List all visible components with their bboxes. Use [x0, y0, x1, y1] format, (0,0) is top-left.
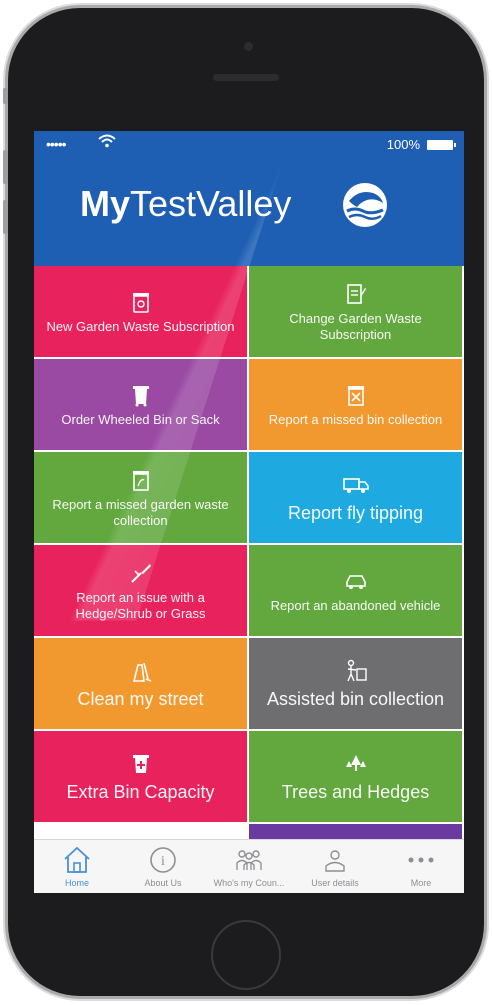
- tile-label: Trees and Hedges: [281, 781, 430, 802]
- garden-waste-bin-icon: [131, 467, 151, 493]
- tile-trees-and-hedges[interactable]: Trees and Hedges: [249, 731, 462, 822]
- tab-home[interactable]: Home: [34, 840, 120, 893]
- tab-label: Who's my Coun...: [213, 878, 285, 888]
- app-screen: ••••• 100% MyTestValley New Garden Waste…: [34, 131, 464, 893]
- tile-new-garden-waste[interactable]: New Garden Waste Subscription: [34, 266, 247, 357]
- tile-label: Report a missed bin collection: [268, 411, 443, 427]
- phone-frame: ••••• 100% MyTestValley New Garden Waste…: [8, 8, 484, 996]
- tile-label: Change Garden Waste Subscription: [289, 310, 422, 342]
- extra-bin-icon: [131, 751, 151, 777]
- tab-whos-my-councillor[interactable]: Who's my Coun...: [206, 840, 292, 893]
- car-icon: [344, 568, 368, 594]
- wheeled-bin-icon: [131, 382, 151, 408]
- street-cleaning-icon: [130, 658, 152, 684]
- volume-down-button: [3, 200, 8, 234]
- tile-label: New Garden Waste Subscription: [46, 318, 235, 334]
- battery-percentage: 100%: [386, 137, 420, 152]
- app-header: ••••• 100% MyTestValley: [34, 131, 464, 266]
- earpiece-speaker: [213, 74, 279, 81]
- tab-label: About Us: [144, 878, 182, 888]
- tile-label: Extra Bin Capacity: [66, 781, 215, 802]
- tile-missed-garden-waste[interactable]: Report a missed garden waste collection: [34, 452, 247, 543]
- tab-user-details[interactable]: User details: [292, 840, 378, 893]
- tile-label: Assisted bin collection: [266, 688, 445, 709]
- dolphin-wave-logo-icon: [341, 181, 389, 229]
- home-icon: [61, 844, 93, 876]
- truck-icon: [342, 472, 369, 498]
- tile-hedge-shrub-grass[interactable]: Report an issue with a Hedge/Shrub or Gr…: [34, 545, 247, 636]
- tile-label: Report an issue with a Hedge/Shrub or Gr…: [75, 589, 206, 621]
- tile-abandoned-vehicle[interactable]: Report an abandoned vehicle: [249, 545, 462, 636]
- tile-extra-bin-capacity[interactable]: Extra Bin Capacity: [34, 731, 247, 822]
- info-icon: i: [148, 844, 178, 876]
- missed-bin-icon: [346, 382, 366, 408]
- mute-switch: [3, 88, 8, 104]
- tile-label: Clean my street: [77, 688, 204, 709]
- tile-label: Order Wheeled Bin or Sack: [61, 411, 220, 427]
- tile-label: Report an abandoned vehicle: [270, 597, 441, 613]
- edit-document-icon: [345, 281, 367, 307]
- brand-bold: My: [80, 183, 131, 224]
- user-icon: [321, 844, 349, 876]
- tile-clean-my-street[interactable]: Clean my street: [34, 638, 247, 729]
- status-bar: ••••• 100%: [34, 131, 464, 157]
- tile-fly-tipping[interactable]: Report fly tipping: [249, 452, 462, 543]
- tab-label: More: [410, 878, 432, 888]
- tab-about-us[interactable]: i About Us: [120, 840, 206, 893]
- volume-up-button: [3, 150, 8, 184]
- trees-icon: [344, 751, 368, 777]
- tile-order-wheeled-bin[interactable]: Order Wheeled Bin or Sack: [34, 359, 247, 450]
- signal-dots-icon: •••••: [46, 136, 66, 152]
- assisted-bin-icon: [344, 658, 368, 684]
- svg-text:i: i: [161, 854, 165, 869]
- tile-assisted-bin[interactable]: Assisted bin collection: [249, 638, 462, 729]
- more-icon: [406, 844, 436, 876]
- tab-label: User details: [311, 878, 359, 888]
- garden-bin-icon: [131, 289, 151, 315]
- tile-missed-bin[interactable]: Report a missed bin collection: [249, 359, 462, 450]
- people-icon: [232, 844, 266, 876]
- tile-change-garden-waste[interactable]: Change Garden Waste Subscription: [249, 266, 462, 357]
- hedge-trimmer-icon: [129, 560, 153, 586]
- tile-label: Report fly tipping: [287, 502, 424, 523]
- wifi-icon: [98, 134, 116, 151]
- tab-more[interactable]: More: [378, 840, 464, 893]
- front-camera: [244, 42, 253, 51]
- battery-icon: [427, 140, 456, 150]
- brand-light: TestValley: [130, 183, 292, 224]
- tab-label: Home: [64, 878, 89, 888]
- app-title: MyTestValley: [80, 179, 291, 229]
- home-button[interactable]: [211, 920, 281, 990]
- tab-bar: Home i About Us Who's my Coun... User de…: [34, 839, 464, 893]
- tile-label: Report a missed garden waste collection: [52, 496, 229, 528]
